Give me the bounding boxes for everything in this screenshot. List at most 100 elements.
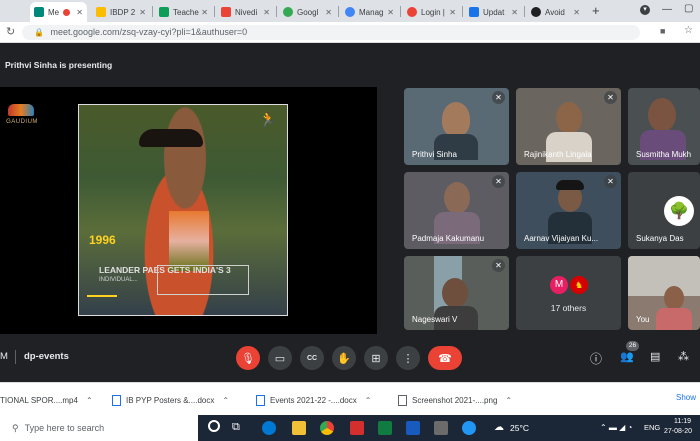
clock-date[interactable]: 27-08-20 bbox=[664, 428, 692, 435]
download-filename: TIONAL SPOR....mp4 bbox=[0, 395, 78, 405]
others-tile[interactable]: M ♞ 17 others bbox=[516, 256, 621, 330]
mic-toggle-button[interactable]: 🎙 bbox=[236, 346, 260, 370]
camera-toggle-button[interactable]: ▭ bbox=[268, 346, 292, 370]
bookmark-star-icon[interactable]: ☆ bbox=[684, 25, 693, 36]
chat-icon[interactable]: ▤ bbox=[650, 350, 660, 363]
participant-tile[interactable]: ✕ Nageswari V bbox=[404, 256, 509, 330]
slide-caption-box bbox=[157, 265, 249, 295]
mic-off-icon: ✕ bbox=[604, 175, 617, 188]
tab-label: Updat bbox=[483, 7, 505, 17]
clock-text: M bbox=[0, 351, 8, 362]
sheets-favicon-icon bbox=[159, 7, 169, 17]
download-item[interactable]: Events 2021-22 -....docx ⌃ bbox=[256, 394, 371, 406]
participant-tile[interactable]: 🌳 Sukanya Das bbox=[628, 172, 700, 249]
address-bar[interactable]: 🔒 meet.google.com/zsq-vzay-cyi?pli=1&aut… bbox=[22, 25, 640, 40]
tab-label: Login | bbox=[421, 7, 445, 17]
participant-hair bbox=[556, 180, 584, 190]
download-filename: Events 2021-22 -....docx bbox=[270, 395, 357, 405]
app-icon[interactable] bbox=[434, 421, 448, 435]
slide-accent-line bbox=[87, 295, 117, 297]
cortana-icon[interactable] bbox=[208, 420, 220, 432]
tab-manage[interactable]: Manag ✕ bbox=[341, 2, 398, 22]
tab-ibdp[interactable]: IBDP 2 ✕ bbox=[92, 2, 150, 22]
raise-hand-button[interactable]: ✋ bbox=[332, 346, 356, 370]
tab-teacher[interactable]: Teache ✕ bbox=[155, 2, 212, 22]
maximize-window-icon[interactable]: ▢ bbox=[684, 3, 693, 14]
download-item[interactable]: TIONAL SPOR....mp4 ⌃ bbox=[0, 394, 93, 406]
taskbar-search-box[interactable]: ⚲ Type here to search bbox=[0, 415, 198, 441]
windows-taskbar: ⚲ Type here to search ⧉ ☁ 25°C ⌃ ▬ ◢ ◔ E… bbox=[0, 415, 700, 441]
close-icon[interactable]: ✕ bbox=[573, 8, 580, 17]
file-explorer-icon[interactable] bbox=[292, 421, 306, 435]
tab-label: Me bbox=[48, 7, 60, 17]
close-icon[interactable]: ✕ bbox=[449, 8, 456, 17]
weather-cloud-icon: ☁ bbox=[494, 422, 504, 433]
chevron-up-icon[interactable]: ⌃ bbox=[365, 396, 372, 405]
captions-icon: CC bbox=[306, 354, 318, 362]
more-options-button[interactable]: ⋮ bbox=[396, 346, 420, 370]
participant-tile[interactable]: Susmitha Mukh bbox=[628, 88, 700, 165]
participant-tile[interactable]: ✕ Padmaja Kakumanu bbox=[404, 172, 509, 249]
new-tab-button[interactable]: + bbox=[592, 3, 600, 18]
tab-search-icon[interactable]: ▾ bbox=[640, 5, 650, 15]
download-item[interactable]: Screenshot 2021-....png ⌃ bbox=[398, 394, 512, 406]
leave-call-button[interactable]: ☎ bbox=[428, 346, 462, 370]
tab-meet[interactable]: Me ✕ bbox=[30, 2, 87, 22]
tab-google[interactable]: Googl ✕ bbox=[279, 2, 336, 22]
anydesk-icon[interactable] bbox=[350, 421, 364, 435]
search-icon: ⚲ bbox=[12, 422, 19, 433]
tab-label: Avoid bbox=[545, 7, 565, 17]
close-icon[interactable]: ✕ bbox=[511, 8, 518, 17]
docx-file-icon bbox=[112, 394, 121, 406]
language-indicator[interactable]: ENG bbox=[644, 423, 660, 432]
chevron-up-icon[interactable]: ⌃ bbox=[505, 396, 512, 405]
people-icon[interactable]: 👥 bbox=[620, 350, 634, 363]
hang-up-icon: ☎ bbox=[438, 352, 452, 365]
close-icon[interactable]: ✕ bbox=[201, 8, 208, 17]
background-wall bbox=[628, 256, 700, 296]
help-icon[interactable] bbox=[462, 421, 476, 435]
downloads-bar: TIONAL SPOR....mp4 ⌃ IB PYP Posters &...… bbox=[0, 382, 700, 415]
meet-favicon-icon bbox=[34, 7, 44, 17]
weather-temp[interactable]: 25°C bbox=[510, 423, 529, 433]
reload-icon[interactable]: ↻ bbox=[6, 25, 15, 38]
edge-icon[interactable] bbox=[262, 421, 276, 435]
word-icon[interactable] bbox=[406, 421, 420, 435]
participant-tile[interactable]: ✕ Rajinikanth Lingala bbox=[516, 88, 621, 165]
participant-name: Aarnav Vijaiyan Ku... bbox=[524, 234, 599, 243]
participant-tile[interactable]: ✕ Prithvi Sinha bbox=[404, 88, 509, 165]
close-icon[interactable]: ✕ bbox=[76, 8, 83, 17]
participant-name: Susmitha Mukh bbox=[636, 150, 692, 159]
tab-gmail[interactable]: Nivedi ✕ bbox=[217, 2, 274, 22]
chevron-up-icon[interactable]: ⌃ bbox=[222, 396, 229, 405]
chrome-icon[interactable] bbox=[320, 421, 334, 435]
search-placeholder: Type here to search bbox=[24, 423, 105, 433]
close-icon[interactable]: ✕ bbox=[387, 8, 394, 17]
close-icon[interactable]: ✕ bbox=[325, 8, 332, 17]
excel-icon[interactable] bbox=[378, 421, 392, 435]
tab-label: Teache bbox=[173, 7, 199, 17]
present-now-button[interactable]: ⊞ bbox=[364, 346, 388, 370]
mic-off-icon: 🎙 bbox=[241, 352, 255, 365]
minimize-window-icon[interactable]: — bbox=[662, 4, 672, 15]
close-icon[interactable]: ✕ bbox=[139, 8, 146, 17]
download-item[interactable]: IB PYP Posters &....docx ⌃ bbox=[112, 394, 229, 406]
tab-update[interactable]: Updat ✕ bbox=[465, 2, 522, 22]
captions-button[interactable]: CC bbox=[300, 346, 324, 370]
tab-login[interactable]: Login | ✕ bbox=[403, 2, 460, 22]
presenting-banner: Prithvi Sinha is presenting bbox=[5, 60, 113, 70]
clock-time[interactable]: 11:19 bbox=[674, 418, 691, 425]
close-icon[interactable]: ✕ bbox=[263, 8, 270, 17]
self-tile[interactable]: You bbox=[628, 256, 700, 330]
show-all-downloads-link[interactable]: Show bbox=[676, 393, 696, 402]
chevron-up-icon[interactable]: ⌃ bbox=[86, 396, 93, 405]
tab-avoid[interactable]: Avoid ✕ bbox=[527, 2, 584, 22]
tray-icons[interactable]: ⌃ ▬ ◢ ◔ bbox=[600, 423, 632, 432]
activities-icon[interactable]: ⁂ bbox=[678, 350, 689, 363]
hand-icon: ✋ bbox=[337, 352, 351, 365]
task-view-icon[interactable]: ⧉ bbox=[232, 421, 240, 434]
tab-divider bbox=[276, 6, 277, 17]
camera-indicator-icon[interactable]: ■ bbox=[660, 26, 665, 36]
meeting-info-icon[interactable]: ⓘ bbox=[590, 350, 602, 367]
participant-tile[interactable]: ✕ Aarnav Vijaiyan Ku... bbox=[516, 172, 621, 249]
